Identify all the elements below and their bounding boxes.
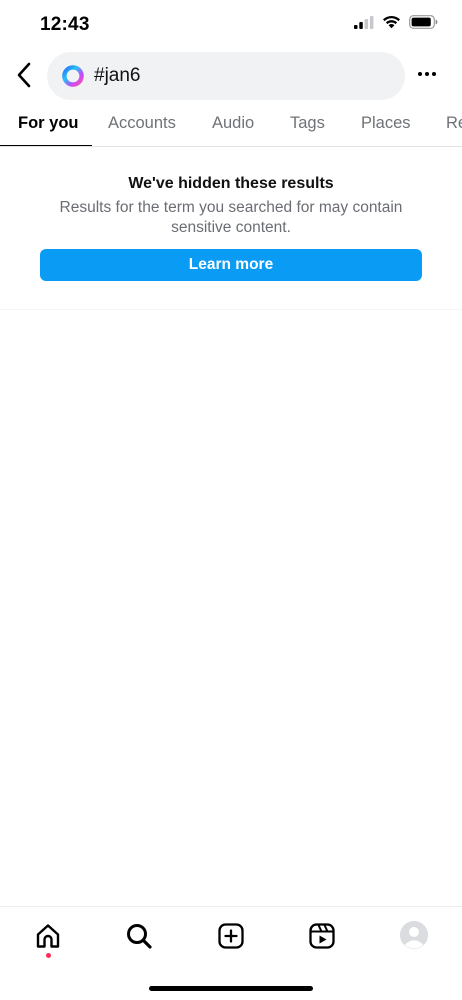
learn-more-button[interactable]: Learn more xyxy=(40,249,422,281)
nav-home[interactable] xyxy=(33,921,63,951)
nav-create[interactable] xyxy=(216,921,246,951)
wifi-icon xyxy=(382,15,401,29)
status-bar: 12:43 xyxy=(0,0,462,50)
meta-ai-ring-icon xyxy=(62,65,84,87)
tab-places[interactable]: Places xyxy=(361,114,411,133)
back-button[interactable] xyxy=(10,60,38,90)
home-icon xyxy=(36,924,60,948)
battery-icon xyxy=(409,15,438,29)
notice-title: We've hidden these results xyxy=(128,175,334,192)
tab-audio[interactable]: Audio xyxy=(212,114,254,133)
home-notification-dot xyxy=(46,953,51,958)
search-icon xyxy=(127,924,152,949)
more-horizontal-icon xyxy=(418,72,436,76)
cellular-signal-icon xyxy=(354,15,374,29)
hidden-results-notice: We've hidden these results Results for t… xyxy=(0,147,462,310)
search-query: #jan6 xyxy=(94,65,141,86)
status-time: 12:43 xyxy=(40,14,90,35)
reels-icon xyxy=(309,923,335,949)
search-header: #jan6 xyxy=(0,50,462,102)
default-avatar-icon xyxy=(400,921,428,949)
bottom-nav xyxy=(0,906,462,1000)
create-plus-icon xyxy=(218,923,244,949)
nav-reels[interactable] xyxy=(307,921,337,951)
tab-reels-partial[interactable]: Re xyxy=(446,114,462,133)
tab-tags[interactable]: Tags xyxy=(290,114,325,133)
search-tabs: For you Accounts Audio Tags Places Re xyxy=(0,102,462,147)
tab-accounts[interactable]: Accounts xyxy=(108,114,176,133)
status-icons xyxy=(354,15,438,29)
notice-body: Results for the term you searched for ma… xyxy=(59,199,403,236)
tab-for-you[interactable]: For you xyxy=(18,114,79,133)
search-input[interactable]: #jan6 xyxy=(47,52,405,100)
nav-search[interactable] xyxy=(124,921,154,951)
more-options-button[interactable] xyxy=(412,64,442,84)
profile-avatar[interactable] xyxy=(400,921,428,949)
chevron-left-icon xyxy=(17,62,31,88)
home-indicator xyxy=(149,986,313,991)
